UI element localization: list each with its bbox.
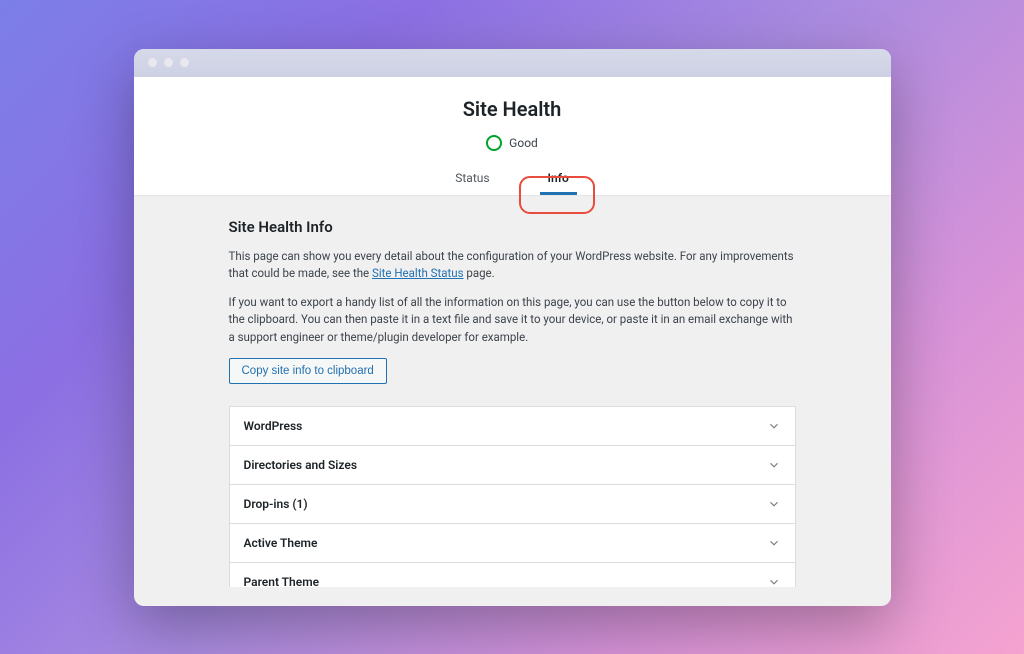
site-health-status-link[interactable]: Site Health Status (372, 266, 464, 280)
accordion-label: Parent Theme (244, 575, 320, 587)
section-title: Site Health Info (229, 218, 796, 236)
accordion-item-dropins[interactable]: Drop-ins (1) (230, 485, 795, 524)
chevron-down-icon (767, 419, 781, 433)
window-minimize-dot[interactable] (164, 58, 173, 67)
info-accordion: WordPress Directories and Sizes Drop-ins… (229, 406, 796, 587)
tab-status[interactable]: Status (441, 163, 503, 195)
chevron-down-icon (767, 497, 781, 511)
chevron-down-icon (767, 536, 781, 550)
content-area: Site Health Info This page can show you … (134, 196, 891, 587)
health-status: Good (134, 135, 891, 151)
accordion-label: Active Theme (244, 536, 318, 550)
accordion-label: Drop-ins (1) (244, 497, 308, 511)
window-titlebar (134, 49, 891, 77)
status-circle-icon (486, 135, 502, 151)
chevron-down-icon (767, 575, 781, 587)
window-maximize-dot[interactable] (180, 58, 189, 67)
tab-info[interactable]: Info (534, 163, 583, 195)
accordion-label: Directories and Sizes (244, 458, 358, 472)
desc1-post: page. (464, 266, 495, 280)
desc1-pre: This page can show you every detail abou… (229, 249, 794, 280)
accordion-label: WordPress (244, 419, 303, 433)
copy-site-info-button[interactable]: Copy site info to clipboard (229, 358, 387, 384)
accordion-item-directories[interactable]: Directories and Sizes (230, 446, 795, 485)
window-close-dot[interactable] (148, 58, 157, 67)
chevron-down-icon (767, 458, 781, 472)
status-label: Good (509, 136, 538, 150)
accordion-item-active-theme[interactable]: Active Theme (230, 524, 795, 563)
tabs: Status Info (134, 163, 891, 195)
description-1: This page can show you every detail abou… (229, 248, 796, 283)
accordion-item-parent-theme[interactable]: Parent Theme (230, 563, 795, 587)
page-header: Site Health Good Status Info (134, 77, 891, 196)
page-title: Site Health (134, 97, 891, 121)
accordion-item-wordpress[interactable]: WordPress (230, 407, 795, 446)
description-2: If you want to export a handy list of al… (229, 294, 796, 346)
app-window: Site Health Good Status Info Site Health… (134, 49, 891, 606)
